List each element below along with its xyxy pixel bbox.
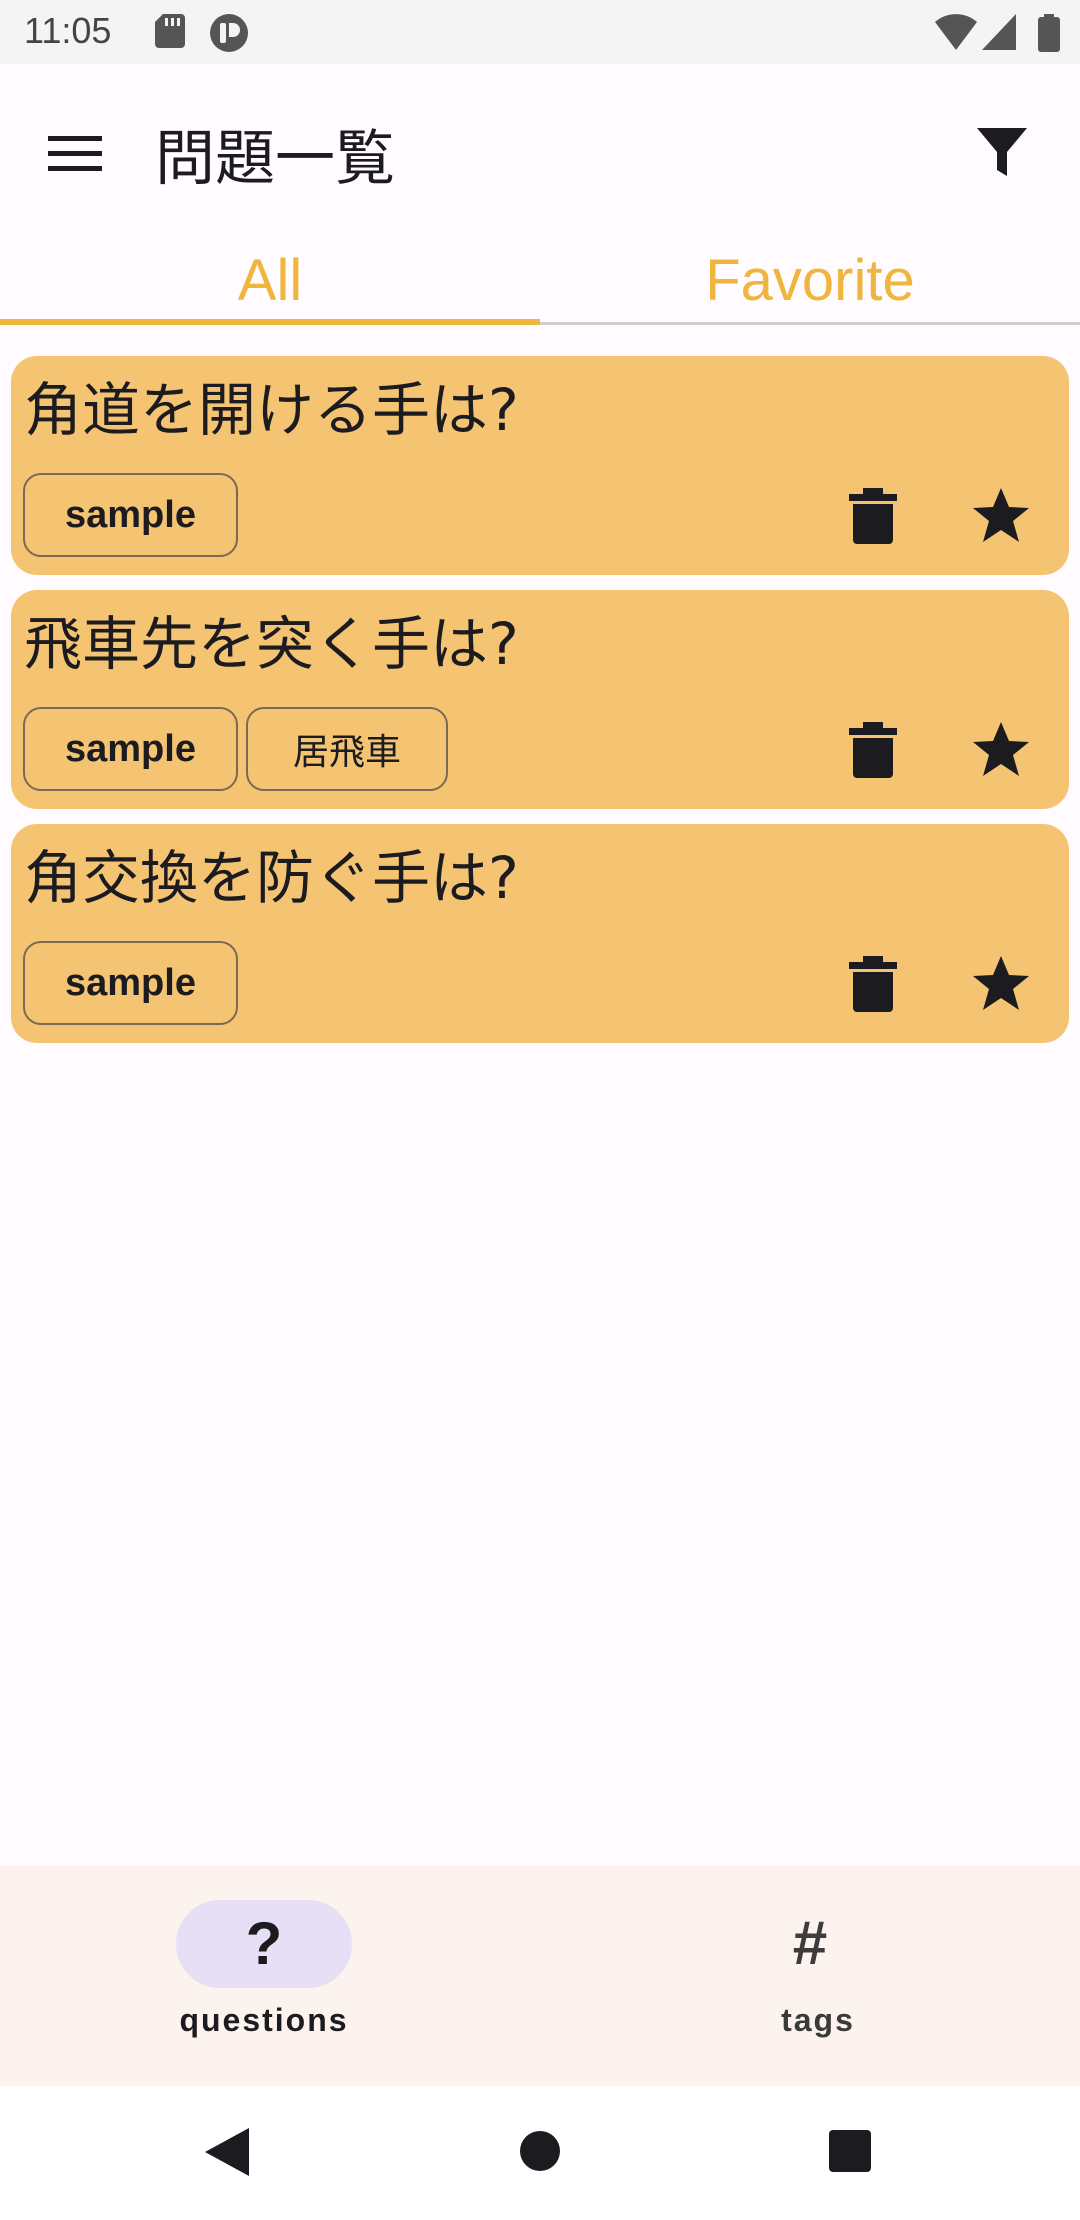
tag-chip[interactable]: 居飛車 <box>245 707 448 791</box>
tab-indicator <box>0 319 540 325</box>
cell-signal-icon <box>982 14 1016 50</box>
nav-label-questions: questions <box>179 2002 349 2038</box>
filter-icon[interactable] <box>975 126 1029 180</box>
bottom-navigation: ? questions # tags <box>0 1866 1080 2086</box>
page-title: 問題一覧 <box>155 124 395 194</box>
system-navigation-bar <box>0 2086 1080 2220</box>
question-card[interactable]: 角交換を防ぐ手は? sample <box>11 824 1069 1043</box>
star-icon[interactable] <box>971 954 1031 1014</box>
tab-bar: All Favorite <box>0 240 1080 325</box>
question-card[interactable]: 角道を開ける手は? sample <box>11 356 1069 575</box>
nav-label-tags: tags <box>781 2002 855 2038</box>
app-notification-icon <box>210 14 248 52</box>
tag-chip[interactable]: sample <box>23 707 238 791</box>
hamburger-menu-icon[interactable] <box>48 134 102 174</box>
question-title: 角交換を防ぐ手は? <box>24 844 519 912</box>
sd-card-icon <box>155 14 185 48</box>
status-bar: 11:05 <box>0 0 1080 64</box>
star-icon[interactable] <box>971 720 1031 780</box>
tag-chip[interactable]: sample <box>23 473 238 557</box>
top-app-bar: 問題一覧 <box>0 64 1080 244</box>
hashtag-icon: # <box>792 1909 828 1978</box>
question-mark-icon: ? <box>245 1910 283 1977</box>
question-card[interactable]: 飛車先を突く手は? sample 居飛車 <box>11 590 1069 809</box>
tab-favorite[interactable]: Favorite <box>540 240 1080 322</box>
question-list: 角道を開ける手は? sample 飛車先を突く手は? sample 居飛車 角交… <box>11 356 1069 1058</box>
tag-chips: sample <box>23 941 246 1029</box>
tab-all[interactable]: All <box>0 240 540 322</box>
back-icon[interactable] <box>205 2128 249 2176</box>
delete-icon[interactable] <box>849 956 897 1012</box>
wifi-icon <box>935 14 977 50</box>
delete-icon[interactable] <box>849 722 897 778</box>
battery-icon <box>1038 14 1060 52</box>
status-time: 11:05 <box>24 10 112 51</box>
tag-chips: sample <box>23 473 246 561</box>
recents-icon[interactable] <box>829 2130 871 2172</box>
question-title: 角道を開ける手は? <box>24 376 519 444</box>
tag-chips: sample 居飛車 <box>23 707 456 795</box>
delete-icon[interactable] <box>849 488 897 544</box>
star-icon[interactable] <box>971 486 1031 546</box>
home-icon[interactable] <box>520 2131 560 2171</box>
tag-chip[interactable]: sample <box>23 941 238 1025</box>
nav-item-tags[interactable]: # tags <box>540 1866 1080 2086</box>
nav-item-questions[interactable]: ? questions <box>0 1866 540 2086</box>
question-title: 飛車先を突く手は? <box>24 610 519 678</box>
